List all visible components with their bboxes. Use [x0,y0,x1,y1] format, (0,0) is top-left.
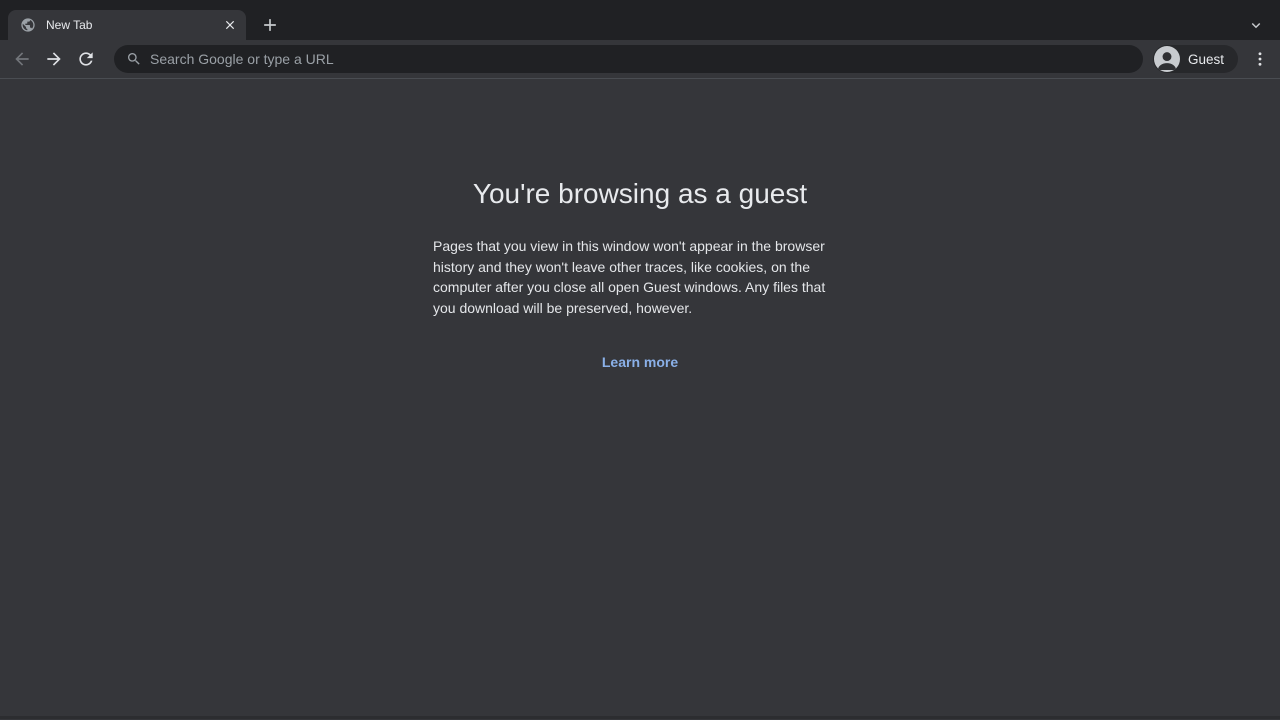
tab-new-tab[interactable]: New Tab [8,10,246,40]
arrow-forward-icon [44,49,64,69]
window-bottom-edge [0,716,1280,719]
browser-toolbar: Guest [0,40,1280,79]
reload-button[interactable] [72,45,100,73]
tab-title: New Tab [46,18,220,32]
reload-icon [76,49,96,69]
tab-close-button[interactable] [220,15,240,35]
profile-button[interactable]: Guest [1153,45,1238,73]
guest-message-card: You're browsing as a guest Pages that yo… [433,79,847,372]
plus-icon [260,15,280,35]
tabstrip-overflow-button[interactable] [1242,11,1270,39]
page-title: You're browsing as a guest [433,175,847,212]
learn-more-link[interactable]: Learn more [602,354,678,370]
omnibox[interactable] [114,45,1143,73]
learn-more-container: Learn more [433,354,847,372]
tab-strip: New Tab [0,0,1280,40]
globe-icon [20,17,36,33]
guest-page: You're browsing as a guest Pages that yo… [0,79,1280,719]
address-input[interactable] [150,51,1131,67]
back-button[interactable] [8,45,36,73]
close-icon [223,18,237,32]
profile-label: Guest [1188,52,1224,67]
browser-menu-button[interactable] [1246,45,1274,73]
kebab-menu-icon [1251,50,1269,68]
forward-button[interactable] [40,45,68,73]
avatar-icon [1154,46,1180,72]
guest-description: Pages that you view in this window won't… [433,236,847,318]
chevron-down-icon [1247,16,1265,34]
new-tab-button[interactable] [256,11,284,39]
arrow-back-icon [12,49,32,69]
search-icon [126,51,142,67]
